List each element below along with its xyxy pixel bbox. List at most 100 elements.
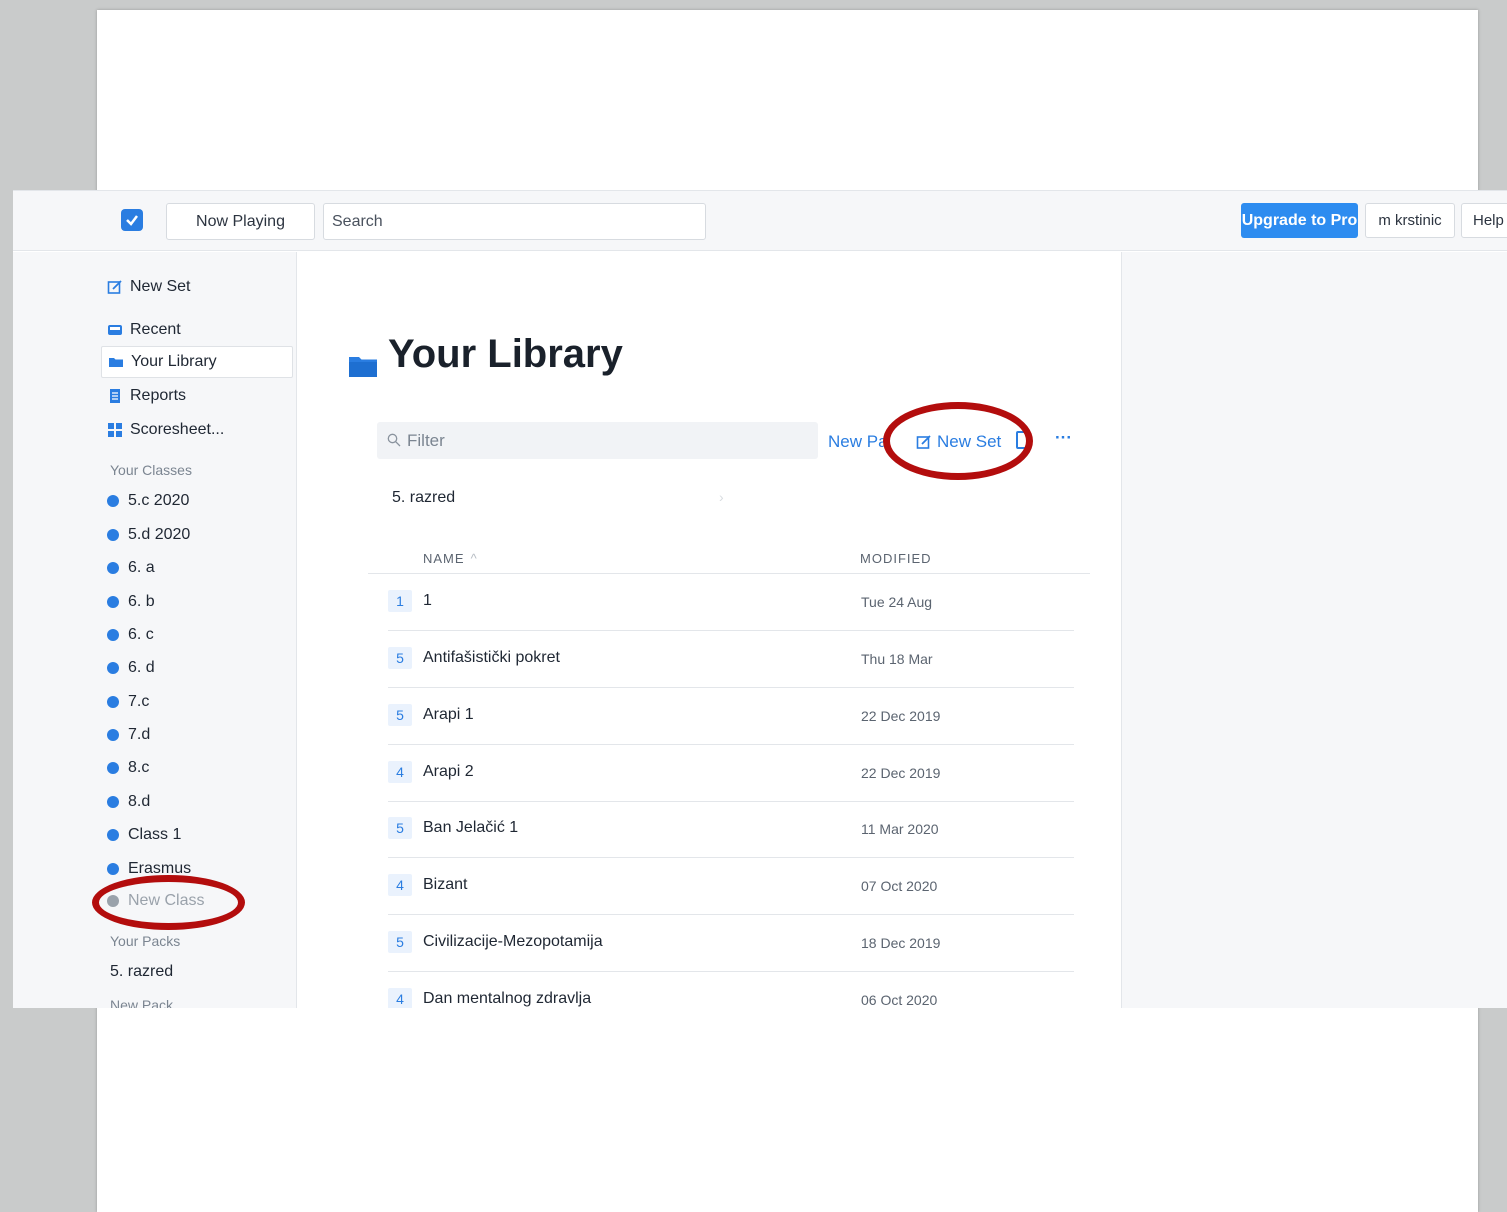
search-input[interactable]: [323, 203, 706, 240]
sidebar-pack-item[interactable]: 5. razred: [110, 963, 173, 981]
set-name: Arapi 1: [423, 706, 474, 723]
new-pack-button[interactable]: New Pa: [828, 432, 888, 452]
sidebar-class-item[interactable]: 6. d: [101, 652, 293, 684]
class-dot-icon: [107, 729, 119, 741]
annotation-circle-new-set: [883, 402, 1033, 480]
sidebar-item-label: 5.c 2020: [128, 492, 190, 509]
count-badge: 1: [388, 590, 412, 612]
count-badge: 4: [388, 874, 412, 896]
class-dot-icon: [107, 562, 119, 574]
search-icon: [387, 433, 401, 447]
sidebar-item-label: Your Library: [131, 353, 217, 370]
class-dot-icon: [107, 529, 119, 541]
class-dot-icon: [107, 596, 119, 608]
modified-column-header[interactable]: MODIFIED: [860, 551, 932, 566]
count-badge: 5: [388, 704, 412, 726]
modified-date: 18 Dec 2019: [861, 935, 941, 951]
edit-icon: [107, 279, 123, 295]
sidebar-item-scoresheet[interactable]: Scoresheet...: [101, 414, 293, 446]
sidebar-item-label: 5.d 2020: [128, 526, 191, 543]
sidebar-new-set[interactable]: New Set: [101, 271, 293, 303]
now-playing-button[interactable]: Now Playing: [166, 203, 315, 240]
help-button[interactable]: Help: [1461, 203, 1507, 238]
table-row[interactable]: 4 Arapi 2 22 Dec 2019: [388, 745, 1074, 802]
modified-date: 06 Oct 2020: [861, 992, 938, 1008]
inbox-icon: [107, 322, 123, 338]
sidebar-item-label: Recent: [130, 321, 181, 338]
folder-icon: [108, 354, 124, 370]
sidebar-item-label: Class 1: [128, 826, 182, 843]
set-name: Ban Jelačić 1: [423, 819, 519, 836]
sidebar-item-your-library[interactable]: Your Library: [101, 346, 293, 378]
sidebar-item-label: Scoresheet...: [130, 421, 225, 438]
your-packs-heading: Your Packs: [110, 933, 181, 949]
top-bar: Now Playing Upgrade to Pro m krstinic He…: [13, 191, 1507, 251]
modified-date: Thu 18 Mar: [861, 651, 933, 667]
count-badge: 5: [388, 647, 412, 669]
sidebar-class-item[interactable]: 7.c: [101, 686, 293, 718]
app-logo-icon[interactable]: [121, 209, 143, 231]
sidebar-class-item[interactable]: 6. a: [101, 552, 293, 584]
set-name: Antifašistički pokret: [423, 649, 560, 666]
detail-pane: [1121, 252, 1507, 1008]
sidebar-class-item[interactable]: 6. c: [101, 619, 293, 651]
table-row[interactable]: 4 Bizant 07 Oct 2020: [388, 858, 1074, 915]
sidebar-class-item[interactable]: 5.c 2020: [101, 485, 293, 517]
modified-date: 07 Oct 2020: [861, 878, 938, 894]
sidebar-item-label: 6. c: [128, 626, 154, 643]
report-icon: [107, 388, 123, 404]
sidebar-item-label: 6. b: [128, 593, 155, 610]
grid-icon: [107, 422, 123, 438]
table-row[interactable]: 5 Civilizacije-Mezopotamija 18 Dec 2019: [388, 915, 1074, 972]
sidebar-item-label: 8.d: [128, 793, 151, 810]
class-dot-icon: [107, 762, 119, 774]
sidebar-class-item[interactable]: Class 1: [101, 819, 293, 851]
sidebar-item-label: 6. a: [128, 559, 155, 576]
sidebar-class-item[interactable]: 7.d: [101, 719, 293, 751]
count-badge: 4: [388, 761, 412, 783]
count-badge: 5: [388, 931, 412, 953]
class-dot-icon: [107, 696, 119, 708]
user-menu-button[interactable]: m krstinic: [1365, 203, 1455, 238]
table-row[interactable]: 4 Dan mentalnog zdravlja 06 Oct 2020: [388, 972, 1074, 1008]
table-row[interactable]: 5 Ban Jelačić 1 11 Mar 2020: [388, 801, 1074, 858]
class-dot-icon: [107, 662, 119, 674]
upgrade-to-pro-button[interactable]: Upgrade to Pro: [1241, 203, 1358, 238]
class-dot-icon: [107, 796, 119, 808]
sidebar-item-label: 6. d: [128, 659, 155, 676]
sidebar-class-item[interactable]: 8.d: [101, 786, 293, 818]
app-window: Now Playing Upgrade to Pro m krstinic He…: [13, 190, 1507, 1008]
name-column-header[interactable]: NAME ^: [423, 551, 478, 566]
chevron-right-icon: ›: [719, 489, 724, 505]
set-name: Civilizacije-Mezopotamija: [423, 933, 603, 950]
filter-input[interactable]: [377, 422, 818, 459]
table-row[interactable]: 5 Arapi 1 22 Dec 2019: [388, 688, 1074, 745]
modified-date: 22 Dec 2019: [861, 765, 941, 781]
count-badge: 5: [388, 817, 412, 839]
main-content: Your Library New Pa New Set ··· 5. razre…: [298, 252, 1120, 1008]
sidebar-class-item[interactable]: 8.c: [101, 752, 293, 784]
set-name: Arapi 2: [423, 763, 474, 780]
sidebar-item-reports[interactable]: Reports: [101, 380, 293, 412]
column-header-label: NAME: [423, 551, 465, 566]
class-dot-icon: [107, 863, 119, 875]
class-dot-icon: [107, 829, 119, 841]
sidebar-item-recent[interactable]: Recent: [101, 314, 293, 346]
class-dot-icon: [107, 629, 119, 641]
table-row[interactable]: 1 1 Tue 24 Aug: [388, 574, 1074, 631]
pack-folder-row[interactable]: 5. razred: [392, 489, 455, 507]
annotation-circle-new-class: [92, 875, 245, 930]
modified-date: 11 Mar 2020: [861, 821, 939, 837]
sidebar-item-label: 7.c: [128, 693, 150, 710]
sidebar-item-label: New Set: [130, 278, 191, 295]
sidebar-new-pack-button[interactable]: New Pack: [110, 997, 173, 1008]
sidebar-class-item[interactable]: 6. b: [101, 586, 293, 618]
sidebar-class-item[interactable]: 5.d 2020: [101, 519, 293, 551]
folder-icon: [348, 343, 378, 377]
modified-date: 22 Dec 2019: [861, 708, 941, 724]
page-title-text: Your Library: [388, 332, 623, 376]
your-classes-heading: Your Classes: [110, 462, 192, 478]
more-options-button[interactable]: ···: [1055, 428, 1072, 448]
modified-date: Tue 24 Aug: [861, 594, 933, 610]
table-row[interactable]: 5 Antifašistički pokret Thu 18 Mar: [388, 631, 1074, 688]
